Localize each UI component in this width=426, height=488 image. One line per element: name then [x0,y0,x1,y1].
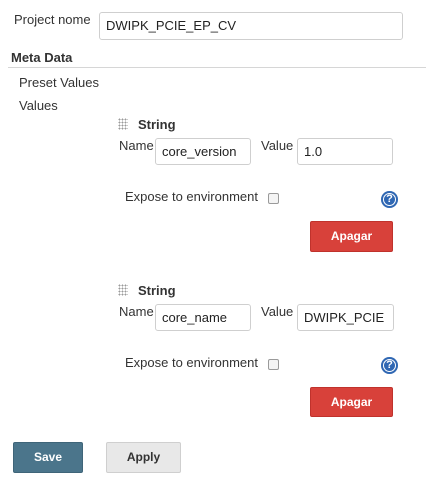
value-input[interactable]: DWIPK_PCIE [297,304,394,331]
save-button[interactable]: Save [13,442,83,473]
project-name-label: Project nome [14,12,91,27]
name-input[interactable]: core_name [155,304,251,331]
value-label: Value [261,304,294,319]
expose-to-environment-label: Expose to environment [125,355,258,370]
help-icon[interactable]: ? [381,191,398,208]
value-label: Value [261,138,294,153]
meta-data-heading: Meta Data [11,50,73,65]
entry-type-label: String [138,117,176,132]
name-input[interactable]: core_version [155,138,251,165]
name-label: Name [119,138,154,153]
values-label: Values [19,98,58,113]
project-name-input[interactable]: DWIPK_PCIE_EP_CV [99,12,403,40]
expose-to-environment-checkbox[interactable] [268,359,279,370]
entry-type-label: String [138,283,176,298]
value-input[interactable]: 1.0 [297,138,393,165]
drag-handle-icon[interactable] [118,118,128,130]
delete-button[interactable]: Apagar [310,387,393,417]
apply-button[interactable]: Apply [106,442,181,473]
preset-values-label: Preset Values [19,75,99,90]
help-icon[interactable]: ? [381,357,398,374]
expose-to-environment-label: Expose to environment [125,189,258,204]
meta-data-divider [8,67,426,68]
delete-button[interactable]: Apagar [310,221,393,252]
drag-handle-icon[interactable] [118,284,128,296]
expose-to-environment-checkbox[interactable] [268,193,279,204]
name-label: Name [119,304,154,319]
